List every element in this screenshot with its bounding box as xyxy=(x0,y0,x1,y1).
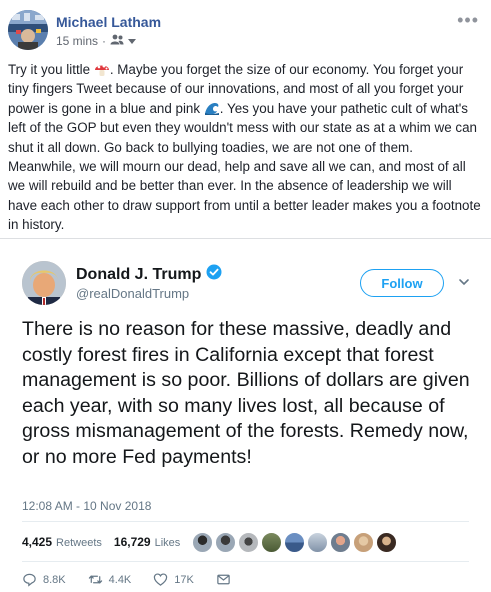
author-name[interactable]: Michael Latham xyxy=(56,14,161,30)
direct-message-button[interactable] xyxy=(216,572,231,587)
avatar[interactable] xyxy=(307,532,328,553)
mushroom-icon xyxy=(94,61,110,77)
avatar[interactable] xyxy=(330,532,351,553)
reply-icon xyxy=(23,573,36,587)
likes-count[interactable]: 16,729 xyxy=(114,535,151,549)
friends-icon[interactable] xyxy=(110,34,124,48)
avatar[interactable] xyxy=(192,532,213,553)
tweet-timestamp[interactable]: 12:08 AM - 10 Nov 2018 xyxy=(22,499,151,513)
wave-icon xyxy=(204,100,220,116)
avatar[interactable] xyxy=(238,532,259,553)
post-time[interactable]: 15 mins xyxy=(56,34,98,48)
avatar[interactable] xyxy=(261,532,282,553)
post-meta: 15 mins · xyxy=(56,34,137,48)
verified-badge-icon xyxy=(206,264,222,285)
post-text-part-3: . Yes you have your pathetic cult of wha… xyxy=(8,100,481,233)
retweet-count: 4.4K xyxy=(108,573,132,586)
post-header: Michael Latham 15 mins · ••• xyxy=(8,8,483,52)
audience-dropdown-icon[interactable] xyxy=(128,34,137,48)
retweets-label[interactable]: Retweets xyxy=(56,537,102,549)
retweet-icon xyxy=(88,575,102,584)
more-options-icon[interactable]: ••• xyxy=(457,10,479,31)
tweet-text: There is no reason for these massive, de… xyxy=(22,318,470,468)
retweets-count[interactable]: 4,425 xyxy=(22,535,52,549)
tweet-author-name[interactable]: Donald J. Trump xyxy=(76,264,222,285)
avatar[interactable] xyxy=(284,532,305,553)
avatar[interactable] xyxy=(215,532,236,553)
reply-count: 8.8K xyxy=(43,573,66,586)
avatar[interactable] xyxy=(353,532,374,553)
tweet-stats: 4,425 Retweets 16,729 Likes xyxy=(22,535,180,549)
likes-label[interactable]: Likes xyxy=(155,537,181,549)
avatar[interactable] xyxy=(376,532,397,553)
liker-avatars xyxy=(192,532,397,553)
tweet-author-handle[interactable]: @realDonaldTrump xyxy=(76,286,189,301)
like-count: 17K xyxy=(174,573,194,586)
retweet-button[interactable]: 4.4K xyxy=(88,572,132,587)
author-avatar[interactable] xyxy=(8,10,48,50)
tweet-divider-bottom xyxy=(22,561,469,562)
tweet-actions: 8.8K 4.4K 17K xyxy=(22,572,253,587)
tweet-divider-top xyxy=(22,521,469,522)
meta-separator: · xyxy=(102,34,107,48)
like-button[interactable]: 17K xyxy=(153,572,194,587)
tweet-author-avatar[interactable] xyxy=(22,261,66,305)
embedded-tweet[interactable]: Donald J. Trump @realDonaldTrump Follow … xyxy=(0,239,491,592)
post-text: Try it you little . Maybe you forget the… xyxy=(8,60,482,235)
tweet-author-name-text: Donald J. Trump xyxy=(76,265,202,283)
reply-button[interactable]: 8.8K xyxy=(22,572,66,587)
chevron-down-icon[interactable] xyxy=(458,275,470,287)
heart-icon xyxy=(154,573,168,586)
follow-button[interactable]: Follow xyxy=(360,269,444,297)
post-text-part-1: Try it you little xyxy=(8,62,94,77)
mail-icon xyxy=(217,574,230,585)
